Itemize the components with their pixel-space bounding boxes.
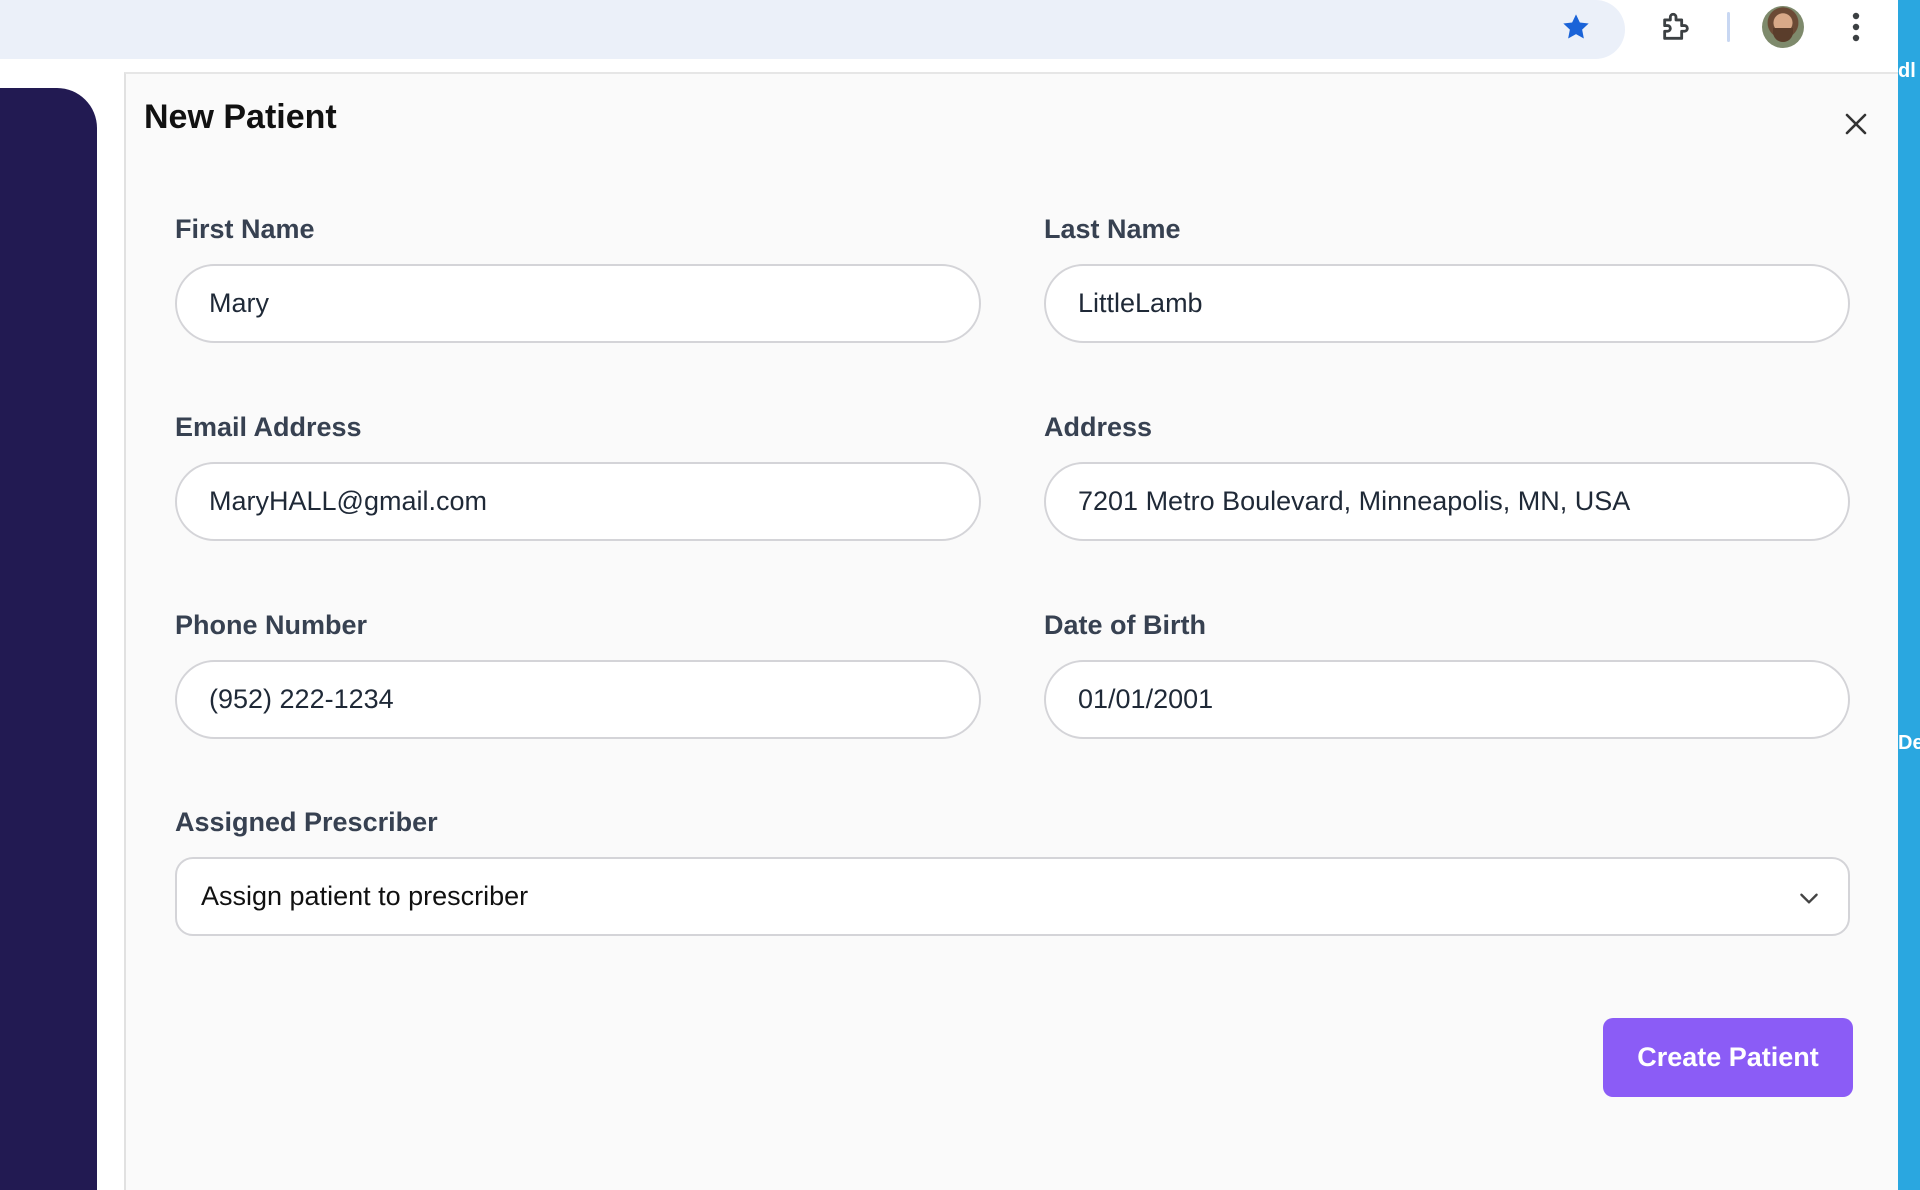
new-patient-modal: New Patient First Name Last Name Email A… xyxy=(124,72,1898,1190)
dob-group: Date of Birth xyxy=(1044,612,1850,739)
edge-text-top: dl xyxy=(1898,60,1916,82)
toolbar-divider xyxy=(1727,12,1730,42)
last-name-label: Last Name xyxy=(1044,214,1181,244)
browser-toolbar xyxy=(0,0,1898,72)
first-name-group: First Name xyxy=(175,216,981,343)
dob-label: Date of Birth xyxy=(1044,610,1206,640)
edge-text-mid: De xyxy=(1898,732,1920,754)
last-name-group: Last Name xyxy=(1044,216,1850,343)
address-label: Address xyxy=(1044,412,1153,442)
prescriber-select[interactable]: Assign patient to prescriber xyxy=(175,857,1850,936)
address-group: Address xyxy=(1044,414,1850,541)
create-patient-button[interactable]: Create Patient xyxy=(1603,1018,1853,1097)
close-icon xyxy=(1845,113,1867,135)
email-group: Email Address xyxy=(175,414,981,541)
phone-input[interactable] xyxy=(175,660,981,739)
email-label: Email Address xyxy=(175,412,362,442)
address-bar[interactable] xyxy=(0,0,1625,59)
last-name-input[interactable] xyxy=(1044,264,1850,343)
content-gutter xyxy=(97,72,124,1190)
phone-group: Phone Number xyxy=(175,612,981,739)
modal-title: New Patient xyxy=(144,98,337,136)
chevron-down-icon xyxy=(1800,893,1818,904)
first-name-label: First Name xyxy=(175,214,315,244)
prescriber-selected-value: Assign patient to prescriber xyxy=(201,881,529,911)
prescriber-label: Assigned Prescriber xyxy=(175,807,438,837)
star-icon[interactable] xyxy=(1555,6,1597,48)
prescriber-group: Assigned Prescriber Assign patient to pr… xyxy=(175,809,1850,936)
close-button[interactable] xyxy=(1836,104,1876,144)
email-input[interactable] xyxy=(175,462,981,541)
profile-avatar[interactable] xyxy=(1762,6,1804,48)
puzzle-icon[interactable] xyxy=(1655,6,1697,48)
app-sidebar xyxy=(0,88,97,1190)
address-input[interactable] xyxy=(1044,462,1850,541)
phone-label: Phone Number xyxy=(175,610,368,640)
dob-input[interactable] xyxy=(1044,660,1850,739)
kebab-icon[interactable] xyxy=(1835,6,1877,48)
background-page-edge: dl De xyxy=(1898,0,1920,1190)
first-name-input[interactable] xyxy=(175,264,981,343)
